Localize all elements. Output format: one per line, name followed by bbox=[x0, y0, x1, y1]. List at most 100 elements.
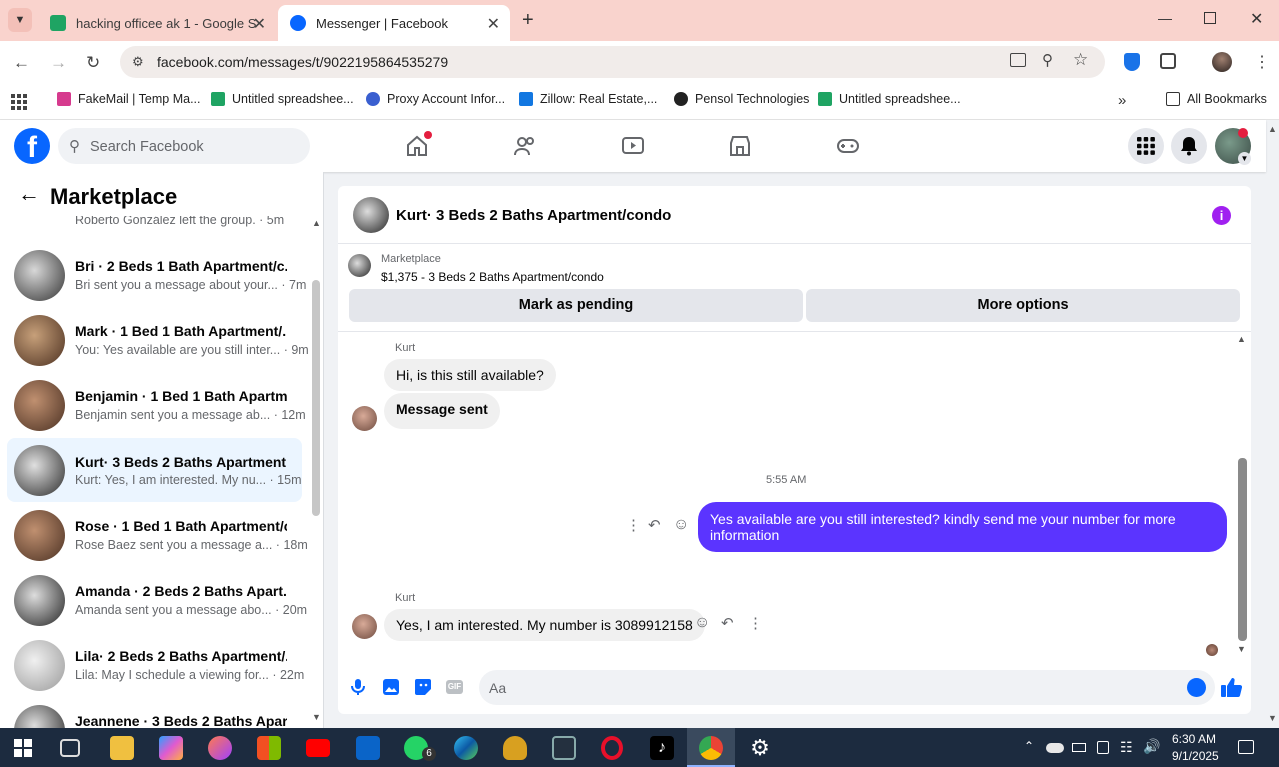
reload-icon[interactable]: ↻ bbox=[86, 53, 100, 73]
minimize-button[interactable]: — bbox=[1158, 10, 1172, 26]
chat-scrollbar[interactable] bbox=[1238, 458, 1247, 641]
more-actions-icon[interactable]: ⋮ bbox=[748, 614, 763, 632]
chat-scroll-up-icon[interactable]: ▲ bbox=[1237, 334, 1246, 344]
emoji-icon[interactable] bbox=[1187, 678, 1206, 697]
youtube-icon[interactable] bbox=[306, 739, 330, 757]
conversation-row[interactable]: Amanda · 2 Beds 2 Baths Apart... Amanda … bbox=[7, 571, 307, 629]
notifications-button[interactable] bbox=[1171, 128, 1207, 164]
menu-grid-button[interactable] bbox=[1128, 128, 1164, 164]
video-icon[interactable] bbox=[621, 134, 645, 158]
tiktok-icon[interactable]: ♪ bbox=[650, 736, 674, 760]
extensions-icon[interactable] bbox=[1160, 53, 1176, 69]
sender-avatar[interactable] bbox=[352, 614, 377, 639]
microsoft-store-icon[interactable] bbox=[257, 736, 281, 760]
pinned-app-icon[interactable] bbox=[208, 736, 232, 760]
omnibox[interactable]: ⚙ facebook.com/messages/t/90221958645352… bbox=[120, 46, 1105, 78]
more-actions-icon[interactable]: ⋮ bbox=[626, 516, 641, 534]
microphone-icon[interactable] bbox=[350, 678, 366, 696]
friends-icon[interactable] bbox=[513, 134, 537, 158]
wifi-icon[interactable]: ☷ bbox=[1120, 739, 1133, 756]
page-scroll-down-icon[interactable]: ▼ bbox=[1268, 713, 1277, 723]
page-scroll-up-icon[interactable]: ▲ bbox=[1268, 124, 1277, 134]
bookmark-spreadsheet-2[interactable]: Untitled spreadshee... bbox=[818, 92, 961, 106]
conversation-row[interactable]: Jeannene · 3 Beds 2 Baths Apart... bbox=[7, 701, 302, 728]
notification-center-icon[interactable] bbox=[1238, 740, 1254, 754]
clock-time[interactable]: 6:30 AM bbox=[1172, 732, 1216, 746]
conversation-row[interactable]: Bri · 2 Beds 1 Bath Apartment/c... Bri s… bbox=[7, 246, 306, 304]
chat-avatar[interactable] bbox=[353, 197, 389, 233]
network-adapter-icon[interactable] bbox=[1097, 741, 1109, 754]
close-window-button[interactable]: ✕ bbox=[1250, 9, 1263, 29]
show-hidden-icons[interactable]: ⌃ bbox=[1024, 739, 1034, 753]
opera-icon[interactable] bbox=[601, 736, 623, 760]
back-arrow-icon[interactable]: ← bbox=[18, 181, 40, 207]
new-tab-button[interactable]: + bbox=[522, 9, 534, 32]
chrome-icon[interactable] bbox=[699, 736, 723, 760]
outlook-icon[interactable] bbox=[356, 736, 380, 760]
info-icon[interactable]: i bbox=[1212, 206, 1231, 225]
search-facebook-input[interactable]: ⚲ Search Facebook bbox=[58, 128, 310, 164]
listing-description[interactable]: $1,375 - 3 Beds 2 Baths Apartment/condo bbox=[381, 270, 604, 284]
list-scroll-up-icon[interactable]: ▲ bbox=[312, 218, 321, 228]
sticker-icon[interactable] bbox=[414, 678, 432, 696]
brave-shield-icon[interactable] bbox=[1124, 53, 1140, 71]
volume-icon[interactable]: 🔊 bbox=[1143, 738, 1160, 755]
message-bubble-incoming[interactable]: Hi, is this still available? bbox=[384, 359, 556, 391]
pinned-app-icon[interactable] bbox=[552, 736, 576, 760]
bookmark-zillow[interactable]: Zillow: Real Estate,... bbox=[519, 92, 657, 106]
back-icon[interactable]: ← bbox=[13, 53, 30, 73]
edge-icon[interactable] bbox=[454, 736, 478, 760]
bookmark-spreadsheet-1[interactable]: Untitled spreadshee... bbox=[211, 92, 354, 106]
more-options-button[interactable]: More options bbox=[806, 289, 1240, 322]
windows-start-icon[interactable] bbox=[14, 739, 32, 757]
site-info-icon[interactable]: ⚙ bbox=[132, 54, 144, 70]
message-bubble-incoming[interactable]: Message sent bbox=[384, 393, 500, 429]
more-bookmarks-icon[interactable]: » bbox=[1118, 92, 1126, 109]
message-bubble-incoming[interactable]: Yes, I am interested. My number is 30899… bbox=[384, 609, 705, 641]
chat-title[interactable]: Kurt· 3 Beds 2 Baths Apartment/condo bbox=[396, 207, 671, 224]
sender-avatar[interactable] bbox=[352, 406, 377, 431]
browser-menu-icon[interactable]: ⋮ bbox=[1254, 52, 1270, 72]
conversation-row-selected[interactable]: Kurt· 3 Beds 2 Baths Apartment... Kurt: … bbox=[7, 438, 302, 502]
facebook-logo[interactable]: f bbox=[14, 128, 50, 164]
settings-icon[interactable]: ⚙ bbox=[748, 736, 772, 760]
clock-date[interactable]: 9/1/2025 bbox=[1172, 749, 1219, 763]
tab-messenger[interactable]: Messenger | Facebook ✕ bbox=[278, 5, 510, 41]
gif-icon[interactable]: GIF bbox=[446, 680, 463, 694]
battery-icon[interactable] bbox=[1072, 743, 1086, 752]
react-icon[interactable]: ☺ bbox=[694, 614, 710, 632]
restore-button[interactable] bbox=[1204, 12, 1216, 24]
conversation-row[interactable]: Rose · 1 Bed 1 Bath Apartment/c... Rose … bbox=[7, 506, 308, 564]
apps-grid-icon[interactable] bbox=[11, 94, 27, 110]
reply-icon[interactable]: ↶ bbox=[721, 614, 734, 632]
list-scrollbar[interactable] bbox=[312, 280, 320, 516]
chat-scroll-down-icon[interactable]: ▼ bbox=[1237, 644, 1246, 654]
list-scroll-down-icon[interactable]: ▼ bbox=[312, 712, 321, 722]
onedrive-icon[interactable] bbox=[1046, 743, 1064, 753]
bookmark-fakemail[interactable]: FakeMail | Temp Ma... bbox=[57, 92, 201, 106]
bookmark-pensol[interactable]: Pensol Technologies bbox=[674, 92, 809, 106]
bookmark-proxy[interactable]: Proxy Account Infor... bbox=[366, 92, 505, 106]
thumbs-up-icon[interactable] bbox=[1220, 676, 1242, 698]
marketplace-icon[interactable] bbox=[728, 134, 752, 158]
conversation-row[interactable]: Benjamin · 1 Bed 1 Bath Apartm... Benjam… bbox=[7, 376, 306, 434]
profile-avatar[interactable] bbox=[1212, 52, 1232, 72]
copilot-icon[interactable] bbox=[159, 736, 183, 760]
close-tab-icon[interactable]: ✕ bbox=[487, 14, 500, 34]
tab-google-sheets[interactable]: hacking officee ak 1 - Google Sh ✕ bbox=[38, 5, 276, 41]
tab-search-button[interactable]: ▼ bbox=[8, 8, 32, 32]
mark-as-pending-button[interactable]: Mark as pending bbox=[349, 289, 803, 322]
message-bubble-outgoing[interactable]: Yes available are you still interested? … bbox=[698, 502, 1227, 552]
reply-icon[interactable]: ↶ bbox=[648, 516, 661, 534]
bookmark-star-icon[interactable]: ☆ bbox=[1073, 50, 1088, 70]
message-input[interactable]: Aa bbox=[479, 670, 1215, 705]
account-chevron-icon[interactable]: ▼ bbox=[1238, 152, 1251, 165]
conversation-row[interactable]: Lila· 2 Beds 2 Baths Apartment/... Lila:… bbox=[7, 636, 304, 694]
listing-thumbnail[interactable] bbox=[348, 254, 371, 277]
react-icon[interactable]: ☺ bbox=[673, 516, 689, 534]
install-app-icon[interactable] bbox=[1010, 53, 1026, 67]
photo-icon[interactable] bbox=[382, 678, 400, 696]
task-view-icon[interactable] bbox=[60, 739, 80, 757]
zoom-icon[interactable]: ⚲ bbox=[1042, 51, 1053, 69]
conversation-row[interactable]: Mark · 1 Bed 1 Bath Apartment/... You: Y… bbox=[7, 311, 309, 369]
